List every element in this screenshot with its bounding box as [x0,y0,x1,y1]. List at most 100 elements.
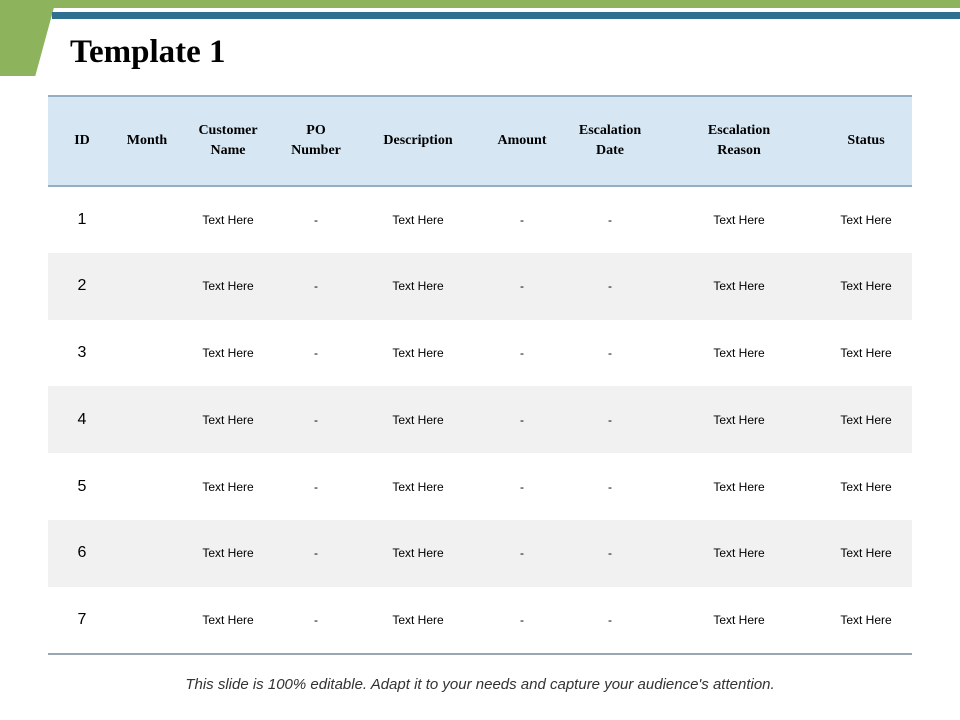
cell-escalation-date: - [608,546,612,561]
footer-note: This slide is 100% editable. Adapt it to… [185,676,775,693]
cell-description: Text Here [392,279,444,294]
cell-description: Text Here [392,412,444,427]
column-header-label: ID [74,133,90,148]
cell-id: 7 [48,586,116,655]
cell-description: Text Here [392,212,444,227]
cell-amount: - [520,212,524,227]
escalation-table: ID Month Customer Name PO Number Description Am… [48,95,912,655]
cell-escalation-date: - [608,345,612,360]
page-title: Template 1 [70,34,226,70]
cell-customer-name: Text Here [202,546,254,561]
cell-status: Text Here [840,412,892,427]
column-header-label: Amount [497,133,547,148]
column-header-label: PO [306,123,326,138]
column-header-id: ID [48,95,116,187]
cell-status: Text Here [820,586,912,655]
column-header-month: Month [116,95,178,187]
cell-id: 6 [77,544,87,562]
cell-description: Text Here [354,586,482,655]
cell-amount: - [520,279,524,294]
column-header-status: Status [820,95,912,187]
cell-customer-name: Text Here [178,586,278,655]
table-body: 1 Text Here - Text Here - - Text Here Text Here… [48,186,912,655]
cell-month [116,520,178,587]
cell-description: Text Here [392,479,444,494]
cell-escalation-date: - [608,412,612,427]
column-header-amount: Amount [482,95,562,187]
top-green-stripe [0,0,960,8]
column-header-escalation-date: Escalation Date [562,95,658,187]
cell-status: Text Here [840,479,892,494]
column-header-label: Number [291,143,341,158]
cell-status: Text Here [840,345,892,360]
cell-id: 3 [77,343,87,361]
column-header-label: Reason [717,143,761,158]
cell-escalation-reason: Text Here [713,412,765,427]
column-header-label: Escalation [707,123,771,138]
cell-status: Text Here [840,546,892,561]
cell-id: 2 [77,277,87,295]
table-row: 5 Text Here - Text Here - - Text Here Text Here [48,453,912,520]
cell-escalation-date: - [608,479,612,494]
top-blue-bar [52,12,960,19]
cell-escalation-reason: Text Here [658,586,820,655]
cell-amount: - [482,586,562,655]
column-header-label: Escalation [578,123,642,138]
table-row: 6 Text Here - Text Here - - Text Here Text Here [48,519,912,587]
cell-escalation-date: - [562,586,658,655]
cell-amount: - [520,546,524,561]
cell-amount: - [520,479,524,494]
cell-description: Text Here [392,345,444,360]
cell-month [116,386,178,453]
escalation-table-container: ID Month Customer Name PO Number Description Am… [48,95,912,655]
cell-description: Text Here [392,546,444,561]
column-header-label: Description [383,133,453,148]
cell-customer-name: Text Here [202,212,254,227]
corner-green-tab [0,0,56,76]
cell-month [116,453,178,520]
column-header-customer-name: Customer Name [178,95,278,187]
cell-po-number: - [314,345,318,360]
cell-month [116,586,178,655]
column-header-label: Name [210,143,246,158]
cell-customer-name: Text Here [202,345,254,360]
cell-month [116,186,178,253]
column-header-label: Month [126,133,168,148]
cell-amount: - [520,345,524,360]
cell-po-number: - [314,412,318,427]
cell-customer-name: Text Here [202,279,254,294]
column-header-label: Customer [198,123,258,138]
cell-escalation-date: - [608,279,612,294]
cell-customer-name: Text Here [202,412,254,427]
cell-id: 1 [77,210,87,228]
table-row: 7 Text Here - Text Here - - Text Here Text Here [48,586,912,655]
cell-amount: - [520,412,524,427]
table-header-row: ID Month Customer Name PO Number Description Am… [48,95,912,187]
cell-id: 4 [77,410,87,428]
cell-customer-name: Text Here [202,479,254,494]
table-row: 4 Text Here - Text Here - - Text Here Text Here [48,386,912,454]
table-row: 2 Text Here - Text Here - - Text Here Text Here [48,252,912,320]
cell-month [116,320,178,387]
column-header-label: Status [847,133,885,148]
cell-month [116,253,178,320]
column-header-po-number: PO Number [278,95,354,187]
cell-escalation-date: - [608,212,612,227]
cell-escalation-reason: Text Here [713,479,765,494]
column-header-description: Description [354,95,482,187]
cell-status: Text Here [840,279,892,294]
cell-escalation-reason: Text Here [713,279,765,294]
table-row: 3 Text Here - Text Here - - Text Here Text Here [48,320,912,387]
cell-escalation-reason: Text Here [713,345,765,360]
cell-status: Text Here [840,212,892,227]
column-header-label: Date [596,143,624,158]
cell-escalation-reason: Text Here [713,546,765,561]
cell-id: 5 [77,477,87,495]
cell-escalation-reason: Text Here [713,212,765,227]
cell-po-number: - [314,479,318,494]
cell-po-number: - [278,586,354,655]
column-header-escalation-reason: Escalation Reason [658,95,820,187]
table-row: 1 Text Here - Text Here - - Text Here Text Here [48,186,912,253]
cell-po-number: - [314,546,318,561]
cell-po-number: - [314,212,318,227]
